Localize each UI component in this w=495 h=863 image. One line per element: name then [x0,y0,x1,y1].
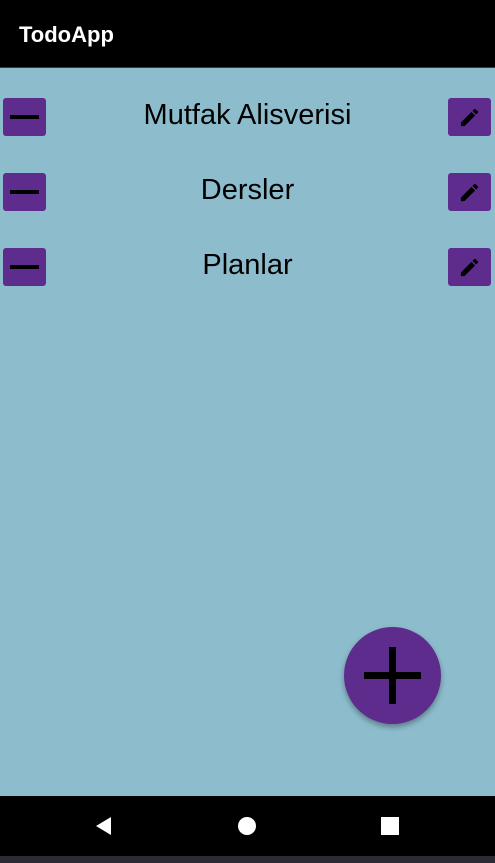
bottom-strip [0,856,495,863]
pencil-icon [460,258,479,277]
system-nav-bar [0,796,495,856]
edit-button[interactable] [448,173,491,211]
delete-button[interactable] [3,98,46,136]
todo-label: Planlar [202,249,293,281]
delete-button[interactable] [3,173,46,211]
square-recents-icon [381,817,399,835]
todo-row: Mutfak Alisverisi [0,98,495,138]
minus-icon [10,265,39,269]
todo-row: Planlar [0,248,495,288]
triangle-back-icon [96,817,111,835]
minus-icon [10,115,39,119]
pencil-icon [460,183,479,202]
circle-home-icon [238,817,256,835]
todo-label: Dersler [200,174,295,206]
add-todo-button[interactable] [344,627,441,724]
minus-icon [10,190,39,194]
plus-icon [364,647,421,704]
todo-app: TodoApp Mutfak Alisverisi Dersler Planla… [0,0,495,863]
todo-row: Dersler [0,173,495,213]
nav-recents-button[interactable] [378,814,402,838]
pencil-icon [460,108,479,127]
nav-home-button[interactable] [235,814,259,838]
todo-label: Mutfak Alisverisi [143,99,352,131]
edit-button[interactable] [448,248,491,286]
edit-button[interactable] [448,98,491,136]
nav-back-button[interactable] [91,814,115,838]
app-title: TodoApp [19,22,114,47]
delete-button[interactable] [3,248,46,286]
app-bar: TodoApp [0,0,495,68]
